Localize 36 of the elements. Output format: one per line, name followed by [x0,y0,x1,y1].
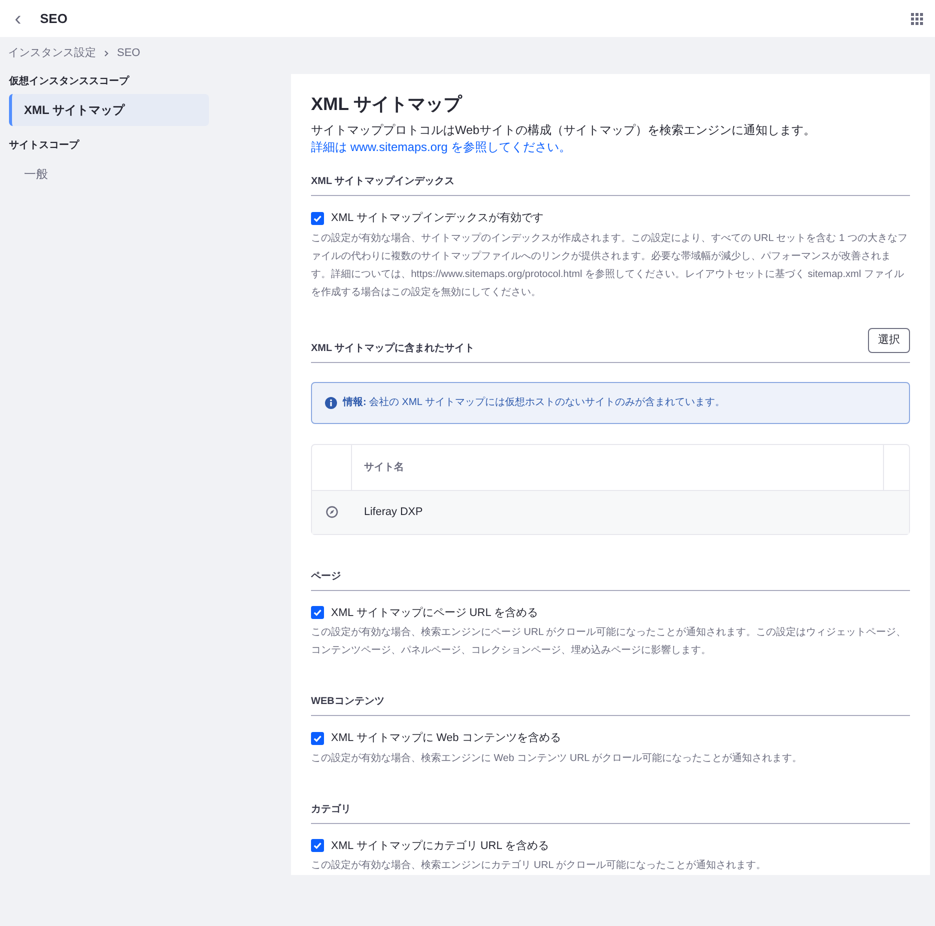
site-name: Liferay DXP [363,504,424,520]
group-heading: XML サイトマップに含まれたサイト [311,341,475,356]
checkbox-label: XML サイトマップにページ URL を含める [331,606,538,620]
help-text: この設定が有効な場合、検索エンジンにページ URL がクロール可能になったことが通知されます。この設定はウィジェットページ、コンテンツページ、パネルページ、コレクションページ、埋め込みページに影響します。 [311,626,908,658]
sitemaps-link[interactable]: 詳細は www.sitemaps.org を参照してください。 [311,139,572,156]
checkbox[interactable] [311,212,324,225]
sidebar-heading: サイトスコープ [9,138,80,153]
page-title: SEO [40,10,68,28]
compass-icon [326,506,338,518]
group-heading: カテゴリ [311,802,351,816]
sidebar-item[interactable]: 一般 [9,158,209,190]
group-heading: XML サイトマップインデックス [311,174,455,189]
checkbox[interactable] [311,606,324,620]
help-text: この設定が有効な場合、サイトマップのインデックスが作成されます。この設定により、すべての URL セットを含む 1 つの大きなファイルの代わりに複数のサイトマップファイルへのリンクが提供されます。必要な帯域幅が減少し、パフォーマンスが改善されます。詳細については、https://www.sitemaps.org/protocol.html を参照してください。レイアウトセットに基づく sitemap.xml ファイルを作成する場合はこの設定を無効にしてください。 [311,232,908,300]
sidebar-heading: 仮想インスタンススコープ [9,74,130,89]
section-title: XML サイトマップ [311,93,464,116]
column-header: サイト名 [364,460,404,474]
checkbox[interactable] [311,732,324,745]
info-icon [325,396,337,408]
checkbox-label: XML サイトマップインデックスが有効です [331,210,544,226]
help-text: この設定が有効な場合、検索エンジンに Web コンテンツ URL がクロール可能になったことが通知されます。 [311,752,804,766]
help-text: この設定が有効な場合、検索エンジンにカテゴリ URL がクロール可能になったことが通知されます。 [311,858,768,873]
info-message: 情報: 会社の XML サイトマップには仮想ホストのないサイトのみが含まれています。 [343,396,725,410]
breadcrumb-item[interactable]: インスタンス設定 [8,45,96,62]
back-button[interactable]: ‹ [8,8,28,28]
checkbox-label: XML サイトマップに Web コンテンツを含める [331,730,561,746]
chevron-right-icon [104,50,109,57]
sidebar-item[interactable]: XML サイトマップ [9,94,209,126]
checkbox-label: XML サイトマップにカテゴリ URL を含める [331,838,549,854]
section-description: サイトマッププロトコルはWebサイトの構成（サイトマップ）を検索エンジンに通知します。 [311,122,816,139]
breadcrumb-item: SEO [117,46,140,62]
group-heading: WEBコンテンツ [311,695,384,709]
apps-menu-icon[interactable] [911,12,923,24]
checkbox[interactable] [311,839,324,852]
select-button[interactable]: 選択 [868,328,910,352]
group-heading: ページ [311,570,341,584]
